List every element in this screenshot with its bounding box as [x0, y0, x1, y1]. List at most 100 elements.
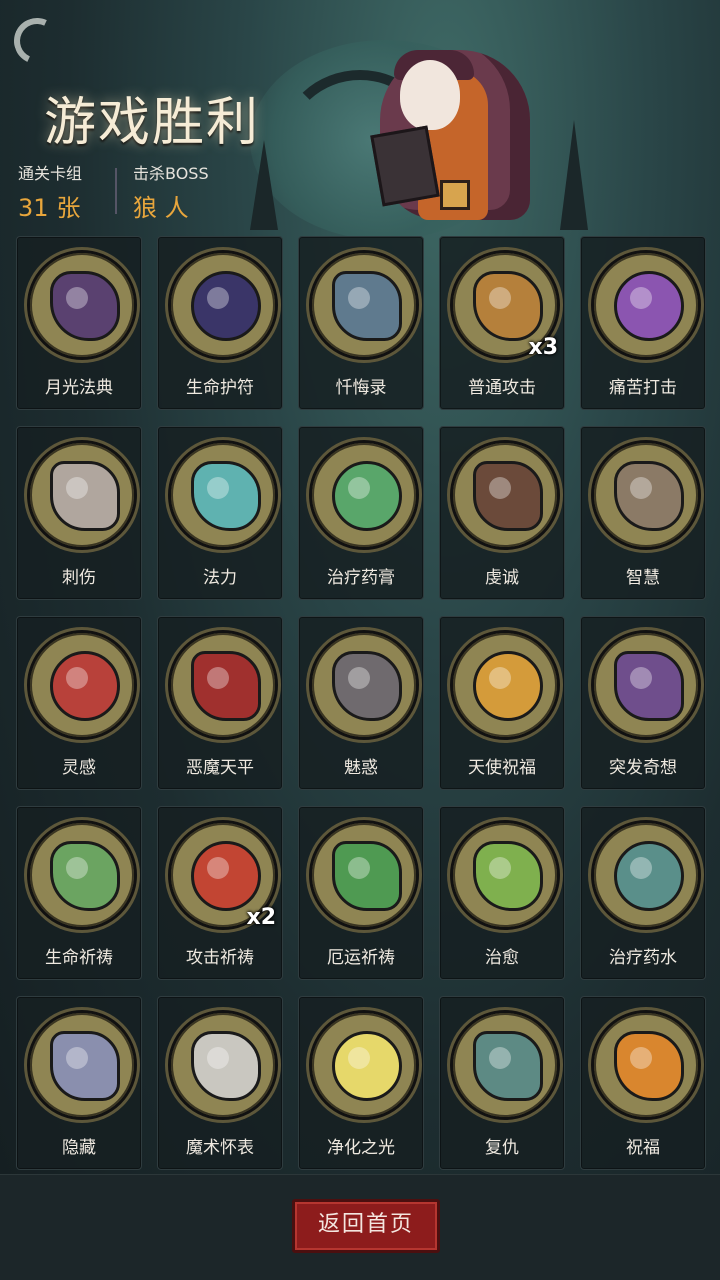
card-art-shape	[614, 651, 684, 721]
mad-scientist-icon	[591, 630, 701, 740]
deck-card[interactable]: 复仇	[439, 996, 565, 1170]
card-art-highlight	[207, 667, 229, 689]
card-art-highlight	[207, 287, 229, 309]
confession-book-icon	[309, 250, 419, 360]
card-art-highlight	[489, 857, 511, 879]
deck-card[interactable]: 魔术怀表	[157, 996, 283, 1170]
deck-card[interactable]: 法力	[157, 426, 283, 600]
hooded-hero-illustration	[360, 30, 560, 220]
deck-card[interactable]: 治疗药膏	[298, 426, 424, 600]
moonlight-tome-icon	[27, 250, 137, 360]
card-art-shape	[191, 841, 261, 911]
card-name: 治疗药膏	[327, 568, 395, 588]
victory-screen: 游戏胜利 通关卡组 31 张 击杀BOSS 狼 人 月光法典 生命护符 忏悔录 普通攻击…	[0, 0, 720, 1280]
page-title: 游戏胜利	[44, 93, 261, 153]
deck-stat: 通关卡组 31 张	[18, 160, 82, 223]
angel-crown-icon	[450, 630, 560, 740]
card-art-shape	[473, 651, 543, 721]
card-name: 恶魔天平	[186, 758, 254, 778]
card-art-shape	[332, 841, 402, 911]
card-name: 灵感	[62, 758, 96, 778]
deck-card[interactable]: 忏悔录	[298, 236, 424, 410]
card-art-shape	[50, 271, 120, 341]
card-art-highlight	[630, 857, 652, 879]
deck-card[interactable]: 魅惑	[298, 616, 424, 790]
card-multiplier: x3	[528, 335, 559, 360]
card-name: 厄运祈祷	[327, 948, 395, 968]
card-art-highlight	[348, 287, 370, 309]
deck-card[interactable]: 月光法典	[16, 236, 142, 410]
card-art-highlight	[630, 1047, 652, 1069]
card-art-shape	[332, 651, 402, 721]
deck-card[interactable]: 治疗药水	[580, 806, 706, 980]
card-art-highlight	[489, 667, 511, 689]
deck-card[interactable]: 祝福	[580, 996, 706, 1170]
card-art-highlight	[630, 287, 652, 309]
card-art-highlight	[207, 477, 229, 499]
deck-card[interactable]: 攻击祈祷 x2	[157, 806, 283, 980]
card-name: 魔术怀表	[186, 1138, 254, 1158]
deck-label: 通关卡组	[18, 164, 83, 183]
charm-icon	[309, 630, 419, 740]
deck-card[interactable]: 厄运祈祷	[298, 806, 424, 980]
card-name: 痛苦打击	[609, 378, 677, 398]
deck-card-grid: 月光法典 生命护符 忏悔录 普通攻击 x3 痛苦打击刺伤 法力 治疗药膏 虔诚 智慧灵感 恶魔天平 魅…	[16, 236, 706, 1170]
mana-orb-icon	[168, 440, 278, 550]
card-art-shape	[332, 271, 402, 341]
deck-card[interactable]: 生命祈祷	[16, 806, 142, 980]
deck-card[interactable]: 治愈	[439, 806, 565, 980]
card-art-highlight	[348, 1047, 370, 1069]
card-art-shape	[473, 841, 543, 911]
deck-card[interactable]: 智慧	[580, 426, 706, 600]
deck-card[interactable]: 痛苦打击	[580, 236, 706, 410]
hero-belt-buckle	[440, 180, 470, 210]
back-arc-icon[interactable]	[7, 11, 67, 71]
card-art-shape	[332, 461, 402, 531]
card-name: 隐藏	[62, 1138, 96, 1158]
card-name: 祝福	[626, 1138, 660, 1158]
demon-scale-icon	[168, 630, 278, 740]
card-art-shape	[473, 271, 543, 341]
card-art-highlight	[348, 667, 370, 689]
card-name: 魅惑	[344, 758, 378, 778]
card-name: 生命祈祷	[45, 948, 113, 968]
deck-card[interactable]: 天使祝福	[439, 616, 565, 790]
brain-skull-icon	[27, 630, 137, 740]
deck-card[interactable]: 净化之光	[298, 996, 424, 1170]
card-art-highlight	[207, 1047, 229, 1069]
card-art-shape	[473, 1031, 543, 1101]
card-art-shape	[50, 651, 120, 721]
deck-card[interactable]: 灵感	[16, 616, 142, 790]
card-name: 治疗药水	[609, 948, 677, 968]
card-name: 智慧	[626, 568, 660, 588]
card-name: 刺伤	[62, 568, 96, 588]
boss-stat: 击杀BOSS 狼 人	[133, 160, 209, 223]
card-art-highlight	[489, 477, 511, 499]
deck-card[interactable]: 普通攻击 x3	[439, 236, 565, 410]
deck-value: 31 张	[18, 188, 82, 223]
deck-card[interactable]: 刺伤	[16, 426, 142, 600]
card-art-shape	[50, 841, 120, 911]
card-art-highlight	[66, 287, 88, 309]
life-sprout-icon	[27, 820, 137, 930]
card-name: 普通攻击	[468, 378, 536, 398]
potion-cauldron-icon	[591, 820, 701, 930]
card-art-highlight	[630, 667, 652, 689]
card-art-highlight	[66, 667, 88, 689]
doom-cloud-icon	[309, 820, 419, 930]
deck-card[interactable]: 恶魔天平	[157, 616, 283, 790]
deck-card[interactable]: 突发奇想	[580, 616, 706, 790]
deck-count: 31	[18, 194, 49, 222]
sage-icon	[591, 440, 701, 550]
deck-card[interactable]: 隐藏	[16, 996, 142, 1170]
return-home-button[interactable]: 返回首页	[292, 1199, 440, 1253]
card-art-highlight	[207, 857, 229, 879]
card-name: 月光法典	[45, 378, 113, 398]
healing-ointment-icon	[309, 440, 419, 550]
deck-card[interactable]: 生命护符	[157, 236, 283, 410]
deck-card[interactable]: 虔诚	[439, 426, 565, 600]
boss-label: 击杀BOSS	[133, 164, 209, 183]
card-art-shape	[332, 1031, 402, 1101]
blessed-warrior-icon	[591, 1010, 701, 1120]
card-art-shape	[614, 271, 684, 341]
